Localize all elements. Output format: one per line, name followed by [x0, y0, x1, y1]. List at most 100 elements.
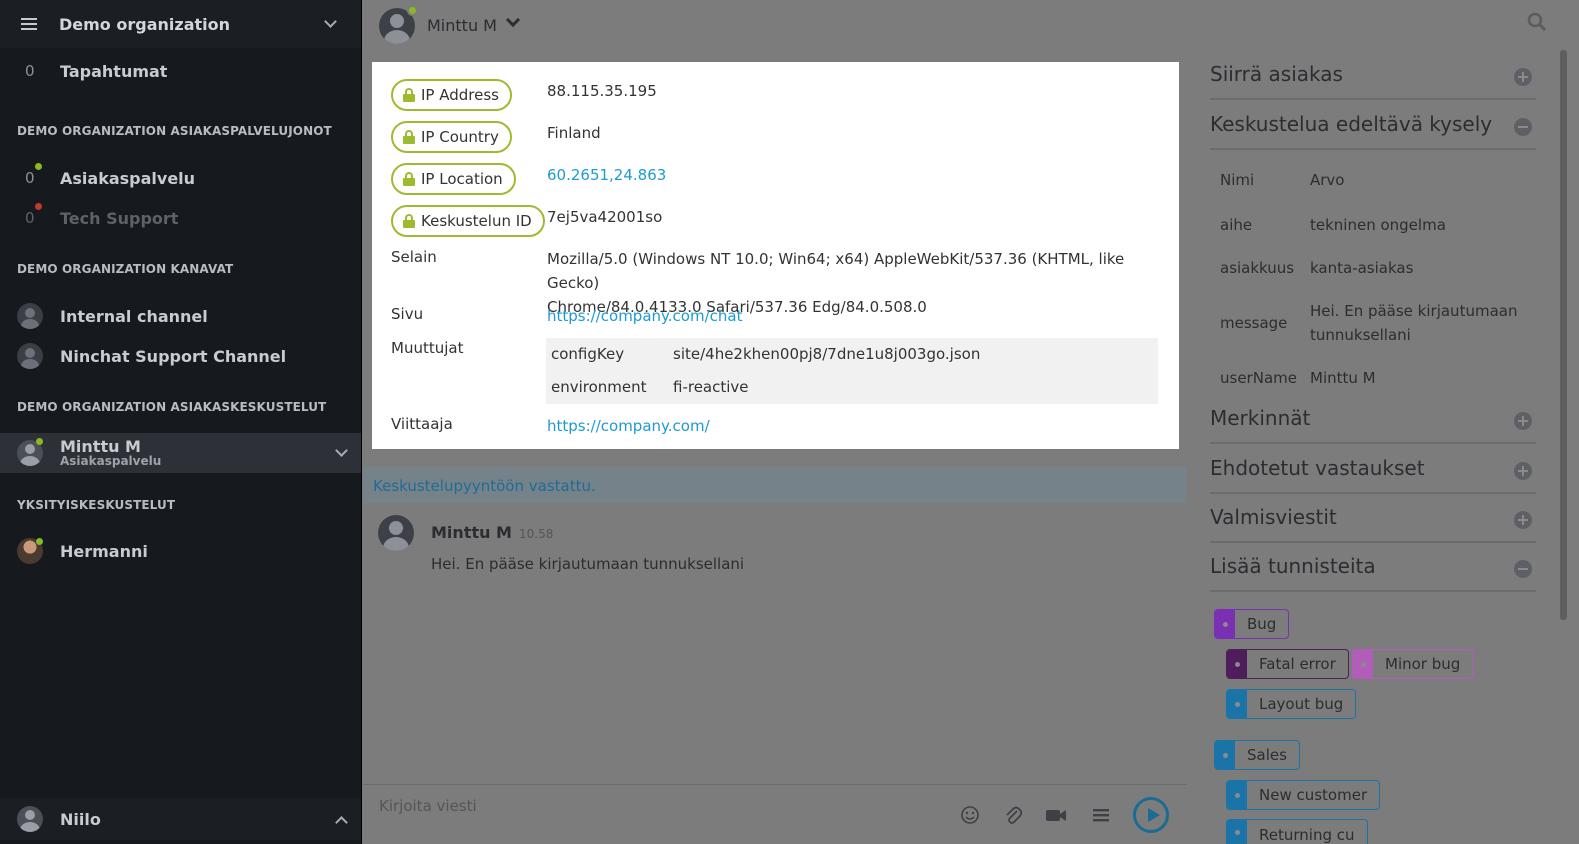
transfer-title: Siirrä asiakas — [1210, 62, 1343, 86]
queue-count: 0 — [25, 209, 35, 227]
survey-value-line: Hei. En pääse kirjautumaan — [1310, 302, 1518, 320]
ip-location-link[interactable]: 60.2651,24.863 — [547, 163, 666, 187]
sidebar-item-internal-channel[interactable]: Internal channel — [0, 302, 361, 330]
pre-survey-title: Keskustelua edeltävä kysely — [1210, 112, 1493, 136]
page-link[interactable]: https://company.com/chat — [547, 304, 742, 328]
status-online-icon — [407, 5, 418, 16]
tag-sales[interactable]: Sales — [1214, 740, 1300, 770]
pre-survey-section[interactable]: Keskustelua edeltävä kysely — [1210, 100, 1536, 150]
ip-location-badge: IP Location — [391, 163, 516, 195]
channels-header: DEMO ORGANIZATION KANAVAT — [17, 262, 234, 276]
tag-minor-bug[interactable]: Minor bug — [1352, 649, 1474, 679]
attachment-icon[interactable] — [1003, 805, 1023, 825]
variables-table: configKey site/4he2khen00pj8/7dne1u8j003… — [546, 338, 1158, 404]
chevron-up-icon[interactable] — [335, 815, 348, 829]
survey-value: kanta-asiakas — [1310, 259, 1414, 277]
sidebar-item-hermanni[interactable]: Hermanni — [0, 537, 361, 565]
tag-bug[interactable]: Bug — [1214, 609, 1290, 639]
private-label: Hermanni — [60, 541, 148, 561]
expand-icon[interactable] — [1514, 511, 1532, 529]
message-input[interactable]: Kirjoita viesti — [379, 797, 477, 815]
sidebar-item-active-conversation[interactable]: Minttu M Asiakaspalvelu — [0, 433, 361, 473]
tag-new-customer[interactable]: New customer — [1226, 780, 1381, 810]
queue-count: 0 — [25, 169, 35, 187]
survey-key: Nimi — [1220, 171, 1255, 189]
variables-label: Muuttujat — [391, 339, 464, 357]
lock-icon — [403, 88, 415, 102]
menu-icon[interactable] — [21, 15, 37, 33]
collapse-icon[interactable] — [1514, 118, 1532, 136]
queues-header: DEMO ORGANIZATION ASIAKASPALVELUJONOT — [17, 124, 332, 138]
survey-key: message — [1220, 314, 1288, 332]
tag-layout-bug[interactable]: Layout bug — [1226, 689, 1357, 719]
conversation-header: Minttu M — [363, 0, 1579, 50]
tag-label: Fatal error — [1259, 655, 1336, 673]
ip-address-label: IP Address — [421, 86, 499, 104]
chevron-down-icon[interactable] — [335, 444, 348, 457]
user-avatar-icon — [17, 806, 43, 832]
user-avatar-icon — [378, 515, 414, 551]
org-header[interactable]: Demo organization — [0, 0, 361, 48]
send-button[interactable] — [1133, 797, 1169, 833]
transfer-section[interactable]: Siirrä asiakas — [1210, 50, 1536, 100]
sidebar-item-asiakaspalvelu[interactable]: 0 Asiakaspalvelu — [0, 163, 361, 192]
conversation-user-name[interactable]: Minttu M — [427, 16, 497, 35]
ip-location-label: IP Location — [421, 170, 503, 188]
survey-key: aihe — [1220, 216, 1253, 234]
tag-color-swatch — [1215, 610, 1235, 638]
conversation-name: Minttu M — [60, 437, 141, 456]
more-options-icon[interactable] — [1091, 805, 1111, 825]
org-name: Demo organization — [59, 14, 230, 34]
ready-messages-title: Valmisviestit — [1210, 505, 1337, 529]
chat-id-badge: Keskustelun ID — [391, 205, 545, 237]
group-icon — [17, 343, 43, 369]
referrer-link[interactable]: https://company.com/ — [547, 414, 710, 438]
visitor-info-card: IP Address 88.115.35.195 IP Country Finl… — [372, 62, 1179, 449]
sidebar-item-ninchat-support[interactable]: Ninchat Support Channel — [0, 342, 361, 370]
tag-color-swatch — [1227, 781, 1247, 809]
variable-key: environment — [551, 378, 647, 396]
events-count: 0 — [25, 62, 35, 80]
ip-country-label: IP Country — [421, 128, 499, 146]
status-online-icon — [36, 438, 43, 445]
lock-icon — [403, 172, 415, 186]
current-user-name: Niilo — [60, 809, 101, 829]
add-tags-section[interactable]: Lisää tunnisteita — [1210, 542, 1536, 592]
suggested-section[interactable]: Ehdotetut vastaukset — [1210, 444, 1536, 494]
video-icon[interactable] — [1045, 805, 1067, 825]
emoji-icon[interactable] — [960, 805, 980, 825]
current-user-bar[interactable]: Niilo — [0, 798, 361, 840]
status-online-icon — [36, 538, 43, 545]
page-label: Sivu — [391, 305, 424, 323]
tag-returning-customer[interactable]: Returning cu — [1226, 819, 1368, 844]
chevron-down-icon[interactable] — [324, 15, 337, 28]
browser-label: Selain — [391, 248, 437, 266]
ip-address-badge: IP Address — [391, 79, 512, 111]
notes-section[interactable]: Merkinnät — [1210, 394, 1536, 444]
suggested-title: Ehdotetut vastaukset — [1210, 456, 1425, 480]
channel-label: Ninchat Support Channel — [60, 346, 287, 366]
tag-color-swatch — [1227, 650, 1247, 678]
ready-messages-section[interactable]: Valmisviestit — [1210, 493, 1536, 543]
expand-icon[interactable] — [1514, 412, 1532, 430]
browser-line-1: Mozilla/5.0 (Windows NT 10.0; Win64; x64… — [547, 250, 1125, 292]
ip-country-value: Finland — [547, 124, 601, 142]
expand-icon[interactable] — [1514, 68, 1532, 86]
search-icon[interactable] — [1527, 12, 1547, 32]
collapse-icon[interactable] — [1514, 560, 1532, 578]
expand-icon[interactable] — [1514, 462, 1532, 480]
chevron-down-icon[interactable] — [505, 12, 521, 28]
tag-color-swatch — [1227, 820, 1247, 844]
message-sender: Minttu M — [431, 523, 512, 542]
sidebar-item-events[interactable]: 0 Tapahtumat — [0, 56, 361, 86]
survey-key: userName — [1220, 369, 1297, 387]
tag-label: New customer — [1259, 786, 1368, 804]
add-tags-title: Lisää tunnisteita — [1210, 554, 1376, 578]
sidebar-item-tech-support[interactable]: 0 Tech Support — [0, 203, 361, 232]
scrollbar[interactable] — [1560, 50, 1567, 620]
message-composer: Kirjoita viesti — [363, 784, 1187, 844]
conversation-queue: Asiakaspalvelu — [60, 454, 162, 468]
referrer-label: Viittaaja — [391, 415, 453, 433]
tag-fatal-error[interactable]: Fatal error — [1226, 649, 1349, 679]
chat-id-value: 7ej5va42001so — [547, 208, 663, 226]
